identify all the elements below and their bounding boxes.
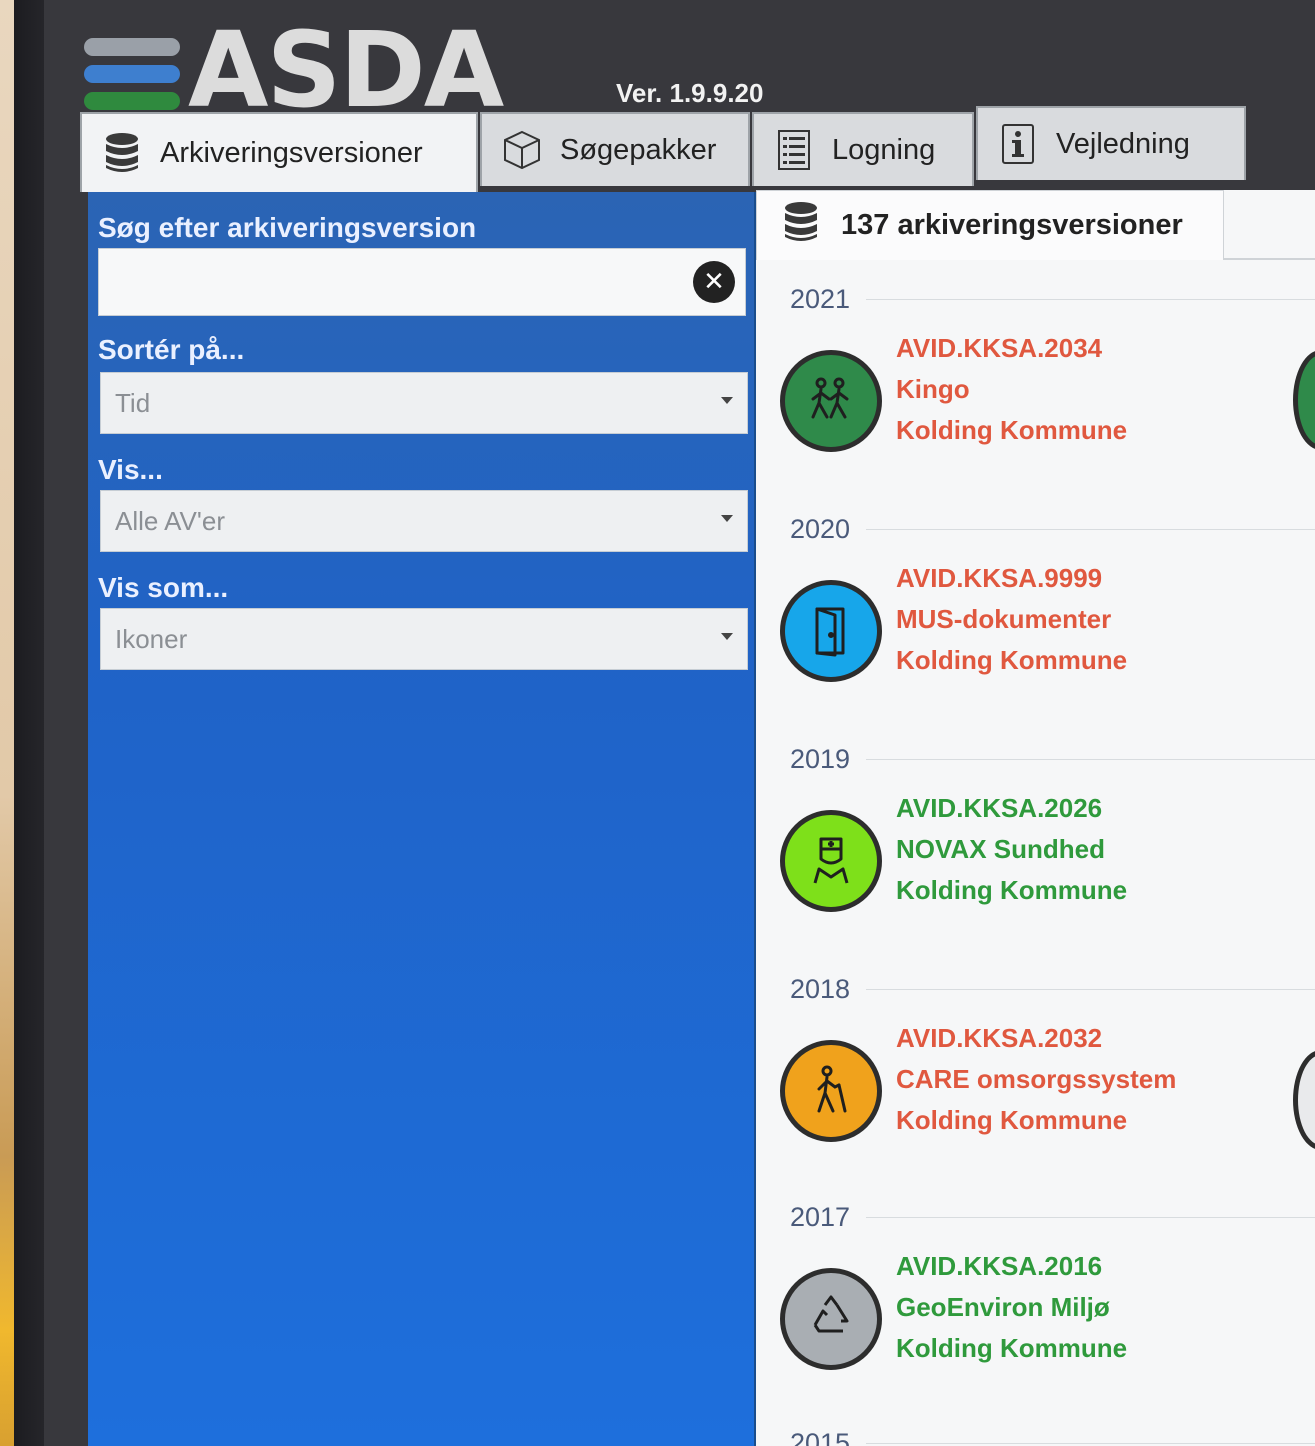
year-label: 2020 [790, 513, 851, 544]
nurse-icon [780, 810, 882, 912]
av-item[interactable]: AVID.KKSA.2016 GeoEnviron Miljø Kolding … [780, 1246, 1315, 1386]
year-label: 2021 [790, 283, 851, 314]
av-item[interactable]: AVID.KKSA.9999 MUS-dokumenter Kolding Ko… [780, 558, 1315, 698]
tab-label: Vejledning [1056, 127, 1190, 160]
year-label: 2015 [790, 1427, 851, 1446]
view-select-value: Ikoner [115, 623, 188, 654]
av-item[interactable]: AVID.KKSA.2026 NOVAX Sundhed Kolding Kom… [780, 788, 1315, 928]
year-header: 2019 [790, 742, 1315, 776]
package-cube-icon [502, 128, 542, 172]
tab-label: Søgepakker [560, 133, 717, 166]
show-label: Vis... [98, 454, 163, 485]
version-label: Ver. 1.9.9.20 [616, 78, 764, 108]
clear-search-icon[interactable]: ✕ [693, 261, 735, 303]
tab-vejledning[interactable]: Vejledning [976, 106, 1246, 180]
database-icon [102, 131, 142, 175]
database-icon [783, 201, 819, 251]
results-panel: 137 arkiveringsversioner 2021 AVID.KKSA.… [756, 190, 1315, 1446]
av-id: AVID.KKSA.9999 [896, 563, 1103, 593]
sort-select[interactable]: Tid [100, 372, 748, 434]
tab-logning[interactable]: Logning [752, 112, 974, 186]
family-walking-icon [780, 350, 882, 452]
divider [866, 1442, 1315, 1444]
logo-wordmark: ASDA [188, 9, 504, 131]
results-count-label: 137 arkiveringsversioner [841, 209, 1183, 241]
year-header: 2015 [790, 1426, 1315, 1446]
show-select[interactable]: Alle AV'er [100, 490, 748, 552]
year-header: 2021 [790, 282, 1315, 316]
tab-arkiveringsversioner[interactable]: Arkiveringsversioner [80, 112, 478, 192]
app-window: ASDA Ver. 1.9.9.20 Arkiveringsversioner [44, 0, 1315, 1446]
chevron-down-icon [721, 515, 733, 522]
av-org: Kolding Kommune [896, 415, 1128, 445]
av-name: MUS-dokumenter [896, 604, 1112, 634]
tab-divider [1224, 258, 1315, 260]
show-select-value: Alle AV'er [115, 505, 225, 536]
av-name: NOVAX Sundhed [896, 834, 1105, 864]
view-select[interactable]: Ikoner [100, 608, 748, 670]
filter-panel: Søg efter arkiveringsversion ✕ Sortér på… [88, 192, 756, 1446]
search-input[interactable]: ✕ [98, 248, 746, 316]
av-id: AVID.KKSA.2034 [896, 333, 1103, 363]
av-id: AVID.KKSA.2032 [896, 1023, 1103, 1053]
app-logo: ASDA Ver. 1.9.9.20 [84, 18, 804, 124]
av-item[interactable]: AVID.KKSA.2032 CARE omsorgssystem Koldin… [780, 1018, 1315, 1158]
view-label: Vis som... [98, 572, 229, 603]
av-name: Kingo [896, 374, 970, 404]
door-exit-icon [780, 580, 882, 682]
main-tabs: Arkiveringsversioner Søgepakker Logning … [80, 106, 1310, 192]
av-org: Kolding Kommune [896, 875, 1128, 905]
av-org: Kolding Kommune [896, 1105, 1128, 1135]
elderly-walking-icon [780, 1040, 882, 1142]
tab-soegepakker[interactable]: Søgepakker [480, 112, 750, 186]
av-org: Kolding Kommune [896, 1333, 1128, 1363]
tab-label: Arkiveringsversioner [160, 136, 423, 169]
av-id: AVID.KKSA.2026 [896, 793, 1103, 823]
chevron-down-icon [721, 633, 733, 640]
year-label: 2018 [790, 973, 851, 1004]
av-item[interactable]: AVID.KKSA.2034 Kingo Kolding Kommune [780, 328, 1315, 468]
year-header: 2020 [790, 512, 1315, 546]
divider [866, 528, 1315, 530]
av-name: GeoEnviron Miljø [896, 1292, 1110, 1322]
divider [866, 758, 1315, 760]
tab-label: Logning [832, 133, 936, 166]
logo-bars-icon [84, 38, 180, 119]
av-id: AVID.KKSA.2016 [896, 1251, 1103, 1281]
log-list-icon [774, 128, 814, 172]
av-name: CARE omsorgssystem [896, 1064, 1177, 1094]
divider [866, 988, 1315, 990]
chevron-down-icon [721, 397, 733, 404]
recycle-icon [780, 1268, 882, 1370]
divider [866, 298, 1315, 300]
sort-label: Sortér på... [98, 334, 245, 365]
results-count-tab[interactable]: 137 arkiveringsversioner [756, 190, 1224, 260]
info-icon [998, 122, 1038, 166]
year-label: 2019 [790, 743, 851, 774]
divider [866, 1216, 1315, 1218]
search-label: Søg efter arkiveringsversion [98, 212, 477, 243]
year-header: 2017 [790, 1200, 1315, 1234]
year-label: 2017 [790, 1201, 851, 1232]
year-header: 2018 [790, 972, 1315, 1006]
sort-select-value: Tid [115, 387, 151, 418]
av-org: Kolding Kommune [896, 645, 1128, 675]
